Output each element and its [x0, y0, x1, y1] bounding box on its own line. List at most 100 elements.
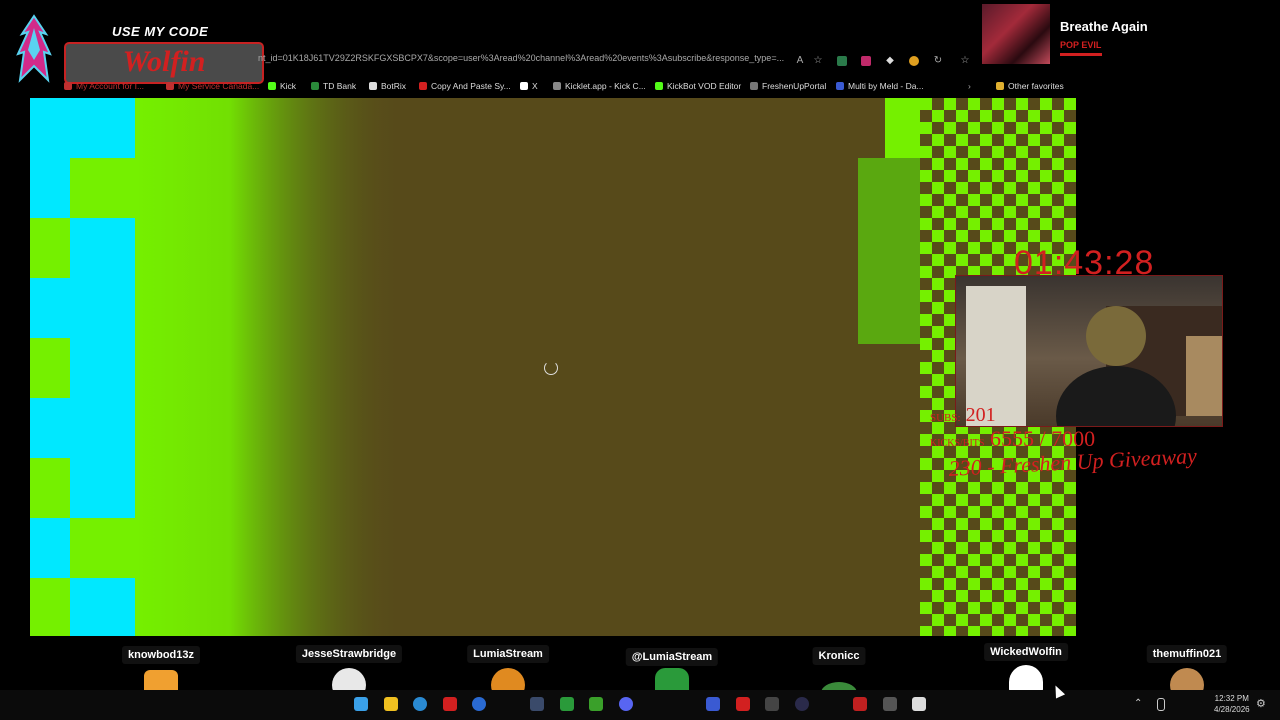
checker-cell: [1004, 122, 1016, 134]
minecraft-icon[interactable]: [589, 697, 603, 711]
xbox-icon[interactable]: [560, 697, 574, 711]
discord-icon[interactable]: [619, 697, 633, 711]
checker-cell: [932, 278, 944, 290]
checker-cell: [980, 218, 992, 230]
app-icon[interactable]: [472, 697, 486, 711]
chatter-name: @LumiaStream: [625, 648, 719, 666]
chevron-up-icon[interactable]: ⌃: [1134, 698, 1142, 709]
bookmark-item[interactable]: KickBot VOD Editor: [655, 81, 741, 91]
checker-cell: [1064, 194, 1076, 206]
checker-cell: [1040, 614, 1052, 626]
vivaldi-icon[interactable]: [443, 697, 457, 711]
bookmark-item[interactable]: Copy And Paste Sy...: [419, 81, 511, 91]
bookmark-item[interactable]: TD Bank: [311, 81, 356, 91]
checker-cell: [956, 110, 968, 122]
checker-cell: [932, 506, 944, 518]
system-clock[interactable]: 12:32 PM 4/28/2026: [1214, 693, 1250, 715]
file-explorer-icon[interactable]: [384, 697, 398, 711]
checker-cell: [1028, 542, 1040, 554]
checker-cell: [992, 602, 1004, 614]
checker-cell: [1052, 578, 1064, 590]
settings-icon[interactable]: ⚙: [1256, 697, 1266, 710]
checker-cell: [956, 254, 968, 266]
checker-cell: [956, 242, 968, 254]
checker-cell: [1052, 98, 1064, 110]
checker-cell: [980, 578, 992, 590]
checker-cell: [1028, 218, 1040, 230]
read-aloud-icon[interactable]: A: [795, 56, 805, 66]
bookmark-item[interactable]: Multi by Meld - Da...: [836, 81, 924, 91]
checker-cell: [1040, 626, 1052, 636]
pattern-block: [70, 278, 135, 338]
extension-icon[interactable]: [837, 56, 847, 66]
edge-browser-icon[interactable]: [413, 697, 427, 711]
pattern-block: [30, 518, 70, 578]
app-icon[interactable]: [853, 697, 867, 711]
bookmark-item[interactable]: Kick: [268, 81, 296, 91]
checker-cell: [932, 254, 944, 266]
checker-cell: [1064, 578, 1076, 590]
checker-cell: [968, 206, 980, 218]
checker-cell: [1028, 554, 1040, 566]
checker-cell: [1004, 494, 1016, 506]
checker-cell: [1028, 122, 1040, 134]
bookmark-item[interactable]: My Service Canada...: [166, 81, 259, 91]
checker-cell: [932, 578, 944, 590]
checker-cell: [956, 146, 968, 158]
checker-cell: [992, 206, 1004, 218]
checker-cell: [1016, 614, 1028, 626]
bookmark-item[interactable]: X: [520, 81, 538, 91]
pattern-block: [70, 158, 135, 218]
checker-cell: [932, 158, 944, 170]
app-icon[interactable]: [765, 697, 779, 711]
bookmark-item[interactable]: FreshenUpPortal: [750, 81, 826, 91]
checker-cell: [1052, 530, 1064, 542]
bookmark-item[interactable]: Kicklet.app - Kick C...: [553, 81, 646, 91]
start-menu-icon[interactable]: [354, 697, 368, 711]
checker-cell: [1040, 518, 1052, 530]
checker-cell: [968, 578, 980, 590]
extension-icon[interactable]: [861, 56, 871, 66]
checker-cell: [920, 302, 932, 314]
app-icon[interactable]: [736, 697, 750, 711]
checker-cell: [932, 194, 944, 206]
refresh-icon[interactable]: ↻: [933, 56, 943, 66]
checker-cell: [932, 470, 944, 482]
checker-cell: [1028, 626, 1040, 636]
loading-spinner-icon: [544, 361, 558, 375]
bookmark-item[interactable]: BotRix: [369, 81, 406, 91]
extension-icon[interactable]: [909, 56, 919, 66]
checker-cell: [944, 170, 956, 182]
other-favorites-button[interactable]: Other favorites: [996, 81, 1064, 91]
favorites-icon[interactable]: ☆: [960, 56, 970, 66]
favorite-star-icon[interactable]: ☆: [813, 56, 823, 66]
obs-icon[interactable]: [795, 697, 809, 711]
address-bar[interactable]: nt_id=01K18J61TV29Z2RSKFGXSBCPX7&scope=u…: [258, 53, 818, 71]
app-icon[interactable]: [912, 697, 926, 711]
checker-cell: [1040, 146, 1052, 158]
checker-cell: [1052, 554, 1064, 566]
app-icon[interactable]: [883, 697, 897, 711]
checker-cell: [1052, 614, 1064, 626]
botrix-extension-icon[interactable]: ◆: [885, 56, 895, 66]
checker-cell: [1028, 158, 1040, 170]
checker-cell: [1064, 182, 1076, 194]
checker-cell: [920, 578, 932, 590]
checker-cell: [944, 482, 956, 494]
checker-cell: [920, 626, 932, 636]
checker-cell: [980, 242, 992, 254]
checker-cell: [920, 590, 932, 602]
checker-cell: [992, 98, 1004, 110]
steam-icon[interactable]: [530, 697, 544, 711]
checker-cell: [1016, 194, 1028, 206]
checker-cell: [944, 614, 956, 626]
checker-cell: [1016, 158, 1028, 170]
checker-cell: [920, 518, 932, 530]
checker-cell: [968, 158, 980, 170]
chevron-right-icon[interactable]: ›: [968, 81, 971, 91]
checker-cell: [1028, 506, 1040, 518]
checker-cell: [1040, 494, 1052, 506]
bookmark-item[interactable]: My Account for I...: [64, 81, 144, 91]
meld-icon[interactable]: [706, 697, 720, 711]
microphone-icon[interactable]: [1157, 698, 1165, 711]
